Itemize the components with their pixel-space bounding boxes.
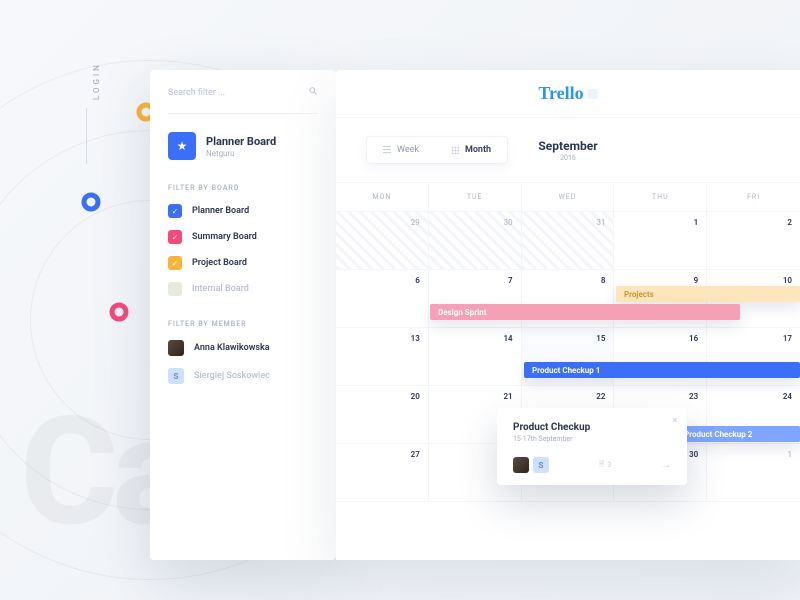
board-title: Planner Board <box>206 135 276 148</box>
member-anna[interactable]: Anna Klawikowska <box>168 340 318 356</box>
calendar-cell[interactable]: 20 <box>336 386 429 444</box>
event-projects[interactable]: Projects <box>616 286 800 302</box>
arrow-right-icon[interactable]: → <box>661 460 671 471</box>
avatar <box>168 340 184 356</box>
calendar-grid: 29 30 31 1 2 6 7 8 9 10 13 14 15 16 17 2… <box>336 212 800 502</box>
calendar-panel: Trello Week Month September 2016 MON TUE… <box>336 70 800 560</box>
attachment-icon: 🗎 <box>599 460 605 471</box>
calendar-cell[interactable]: 30 <box>429 212 522 270</box>
sidebar: Search filter ... ★ Planner Board Netgur… <box>150 70 336 560</box>
event-product-checkup-1[interactable]: Product Checkup 1 <box>524 362 800 378</box>
filter-boards-label: FILTER BY BOARD <box>168 184 318 192</box>
brand-logo[interactable]: Trello <box>538 83 583 104</box>
year-label: 2016 <box>336 154 800 162</box>
calendar-cell[interactable]: 14 <box>429 328 522 386</box>
search-icon <box>308 86 318 99</box>
calendar-toolbar: Week Month September 2016 <box>336 118 800 182</box>
calendar-cell[interactable]: 31 <box>522 212 615 270</box>
popover-attachments: 🗎 3 <box>599 460 612 471</box>
member-siergiej[interactable]: S Siergiej Soskowiec <box>168 368 318 384</box>
calendar-cell[interactable]: 27 <box>336 444 429 502</box>
current-board[interactable]: ★ Planner Board Netguru <box>168 132 318 160</box>
search-input[interactable]: Search filter ... <box>168 86 318 114</box>
calendar-cell[interactable]: 1 <box>707 444 800 502</box>
check-icon: ✓ <box>168 256 182 270</box>
calendar-cell[interactable]: 29 <box>336 212 429 270</box>
popover-members: S <box>513 457 549 473</box>
login-divider <box>86 108 87 164</box>
calendar-cell[interactable]: 2 <box>707 212 800 270</box>
event-popover: × Product Checkup 15-17th September S 🗎 … <box>497 408 687 485</box>
board-subtitle: Netguru <box>206 149 276 158</box>
calendar-cell[interactable]: 13 <box>336 328 429 386</box>
filter-board-internal[interactable]: Internal Board <box>168 282 318 296</box>
check-icon: ✓ <box>168 230 182 244</box>
popover-title: Product Checkup <box>513 422 671 433</box>
calendar-day-header: MON TUE WED THU FRI <box>336 182 800 212</box>
check-icon <box>168 282 182 296</box>
topbar: Trello <box>336 70 800 118</box>
brand-badge-icon <box>588 89 598 99</box>
avatar <box>513 457 529 473</box>
avatar: S <box>168 368 184 384</box>
check-icon: ✓ <box>168 204 182 218</box>
filter-board-project[interactable]: ✓ Project Board <box>168 256 318 270</box>
login-label: LOGIN <box>92 62 101 100</box>
calendar-cell[interactable]: 6 <box>336 270 429 328</box>
event-product-checkup-2[interactable]: Product Checkup 2 <box>676 426 800 442</box>
filter-members-label: FILTER BY MEMBER <box>168 320 318 328</box>
search-placeholder: Search filter ... <box>168 88 225 98</box>
filter-board-planner[interactable]: ✓ Planner Board <box>168 204 318 218</box>
filter-board-summary[interactable]: ✓ Summary Board <box>168 230 318 244</box>
event-design-sprint[interactable]: Design Sprint <box>430 304 740 320</box>
star-icon: ★ <box>168 132 196 160</box>
month-label: September <box>336 139 800 153</box>
calendar-cell[interactable]: 1 <box>614 212 707 270</box>
close-icon[interactable]: × <box>672 416 677 426</box>
avatar: S <box>533 457 549 473</box>
popover-dates: 15-17th September <box>513 435 671 443</box>
